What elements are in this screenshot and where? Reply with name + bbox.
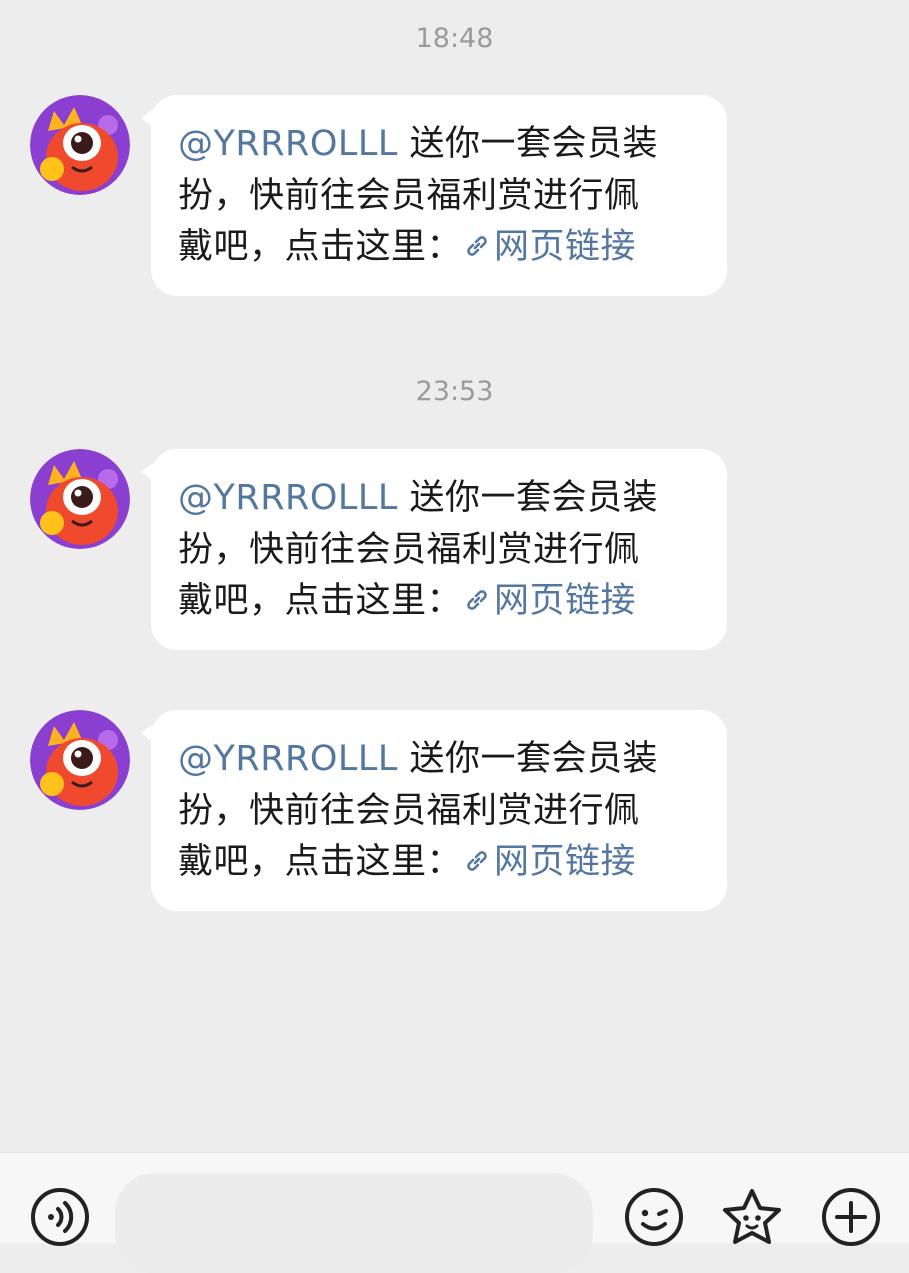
- star-sticker-icon[interactable]: [720, 1187, 784, 1251]
- message-bubble[interactable]: @YRRROLLL 送你一套会员装 扮，快前往会员福利赏进行佩 戴吧，点击这里：…: [141, 449, 727, 650]
- message-timestamp: 23:53: [415, 376, 494, 407]
- chat-area[interactable]: 18:48 @YRRROLLL 送你一套会员装 扮，快前往会员福利赏进行佩 戴吧…: [0, 0, 909, 1152]
- web-link-label: 网页链接: [494, 842, 637, 882]
- link-icon: [462, 225, 492, 277]
- message-text-line3: 戴吧，点击这里：: [178, 842, 463, 882]
- message-text-line1: 送你一套会员装: [397, 124, 659, 164]
- voice-icon[interactable]: [30, 1187, 90, 1251]
- avatar[interactable]: [30, 449, 130, 549]
- user-mention[interactable]: @YRRROLLL: [178, 478, 398, 518]
- message-timestamp: 18:48: [415, 23, 494, 54]
- message-text-line1: 送你一套会员装: [397, 739, 659, 779]
- avatar[interactable]: [30, 710, 130, 810]
- message-input[interactable]: [115, 1173, 593, 1273]
- input-toolbar: [0, 1152, 909, 1273]
- message-bubble[interactable]: @YRRROLLL 送你一套会员装 扮，快前往会员福利赏进行佩 戴吧，点击这里：…: [141, 95, 727, 296]
- message-text-line2: 扮，快前往会员福利赏进行佩: [178, 175, 640, 216]
- message-text-line2: 扮，快前往会员福利赏进行佩: [178, 529, 640, 570]
- user-mention[interactable]: @YRRROLLL: [178, 739, 398, 779]
- user-mention[interactable]: @YRRROLLL: [178, 124, 398, 164]
- message-text-line3: 戴吧，点击这里：: [178, 581, 463, 621]
- plus-icon[interactable]: [821, 1187, 881, 1251]
- web-link-label: 网页链接: [494, 581, 637, 621]
- message-text-line2: 扮，快前往会员福利赏进行佩: [178, 790, 640, 831]
- message-text-line1: 送你一套会员装: [397, 478, 659, 518]
- link-icon: [462, 840, 492, 892]
- web-link-label: 网页链接: [494, 227, 637, 267]
- web-link[interactable]: 网页链接: [462, 842, 636, 882]
- emoji-icon[interactable]: [624, 1187, 684, 1251]
- avatar[interactable]: [30, 95, 130, 195]
- message-text: @YRRROLLL 送你一套会员装 扮，快前往会员福利赏进行佩 戴吧，点击这里：…: [178, 119, 707, 277]
- message-text: @YRRROLLL 送你一套会员装 扮，快前往会员福利赏进行佩 戴吧，点击这里：…: [178, 734, 707, 892]
- link-icon: [462, 579, 492, 631]
- message-bubble[interactable]: @YRRROLLL 送你一套会员装 扮，快前往会员福利赏进行佩 戴吧，点击这里：…: [141, 710, 727, 911]
- message-text-line3: 戴吧，点击这里：: [178, 227, 463, 267]
- web-link[interactable]: 网页链接: [462, 227, 636, 267]
- web-link[interactable]: 网页链接: [462, 581, 636, 621]
- message-text: @YRRROLLL 送你一套会员装 扮，快前往会员福利赏进行佩 戴吧，点击这里：…: [178, 473, 707, 631]
